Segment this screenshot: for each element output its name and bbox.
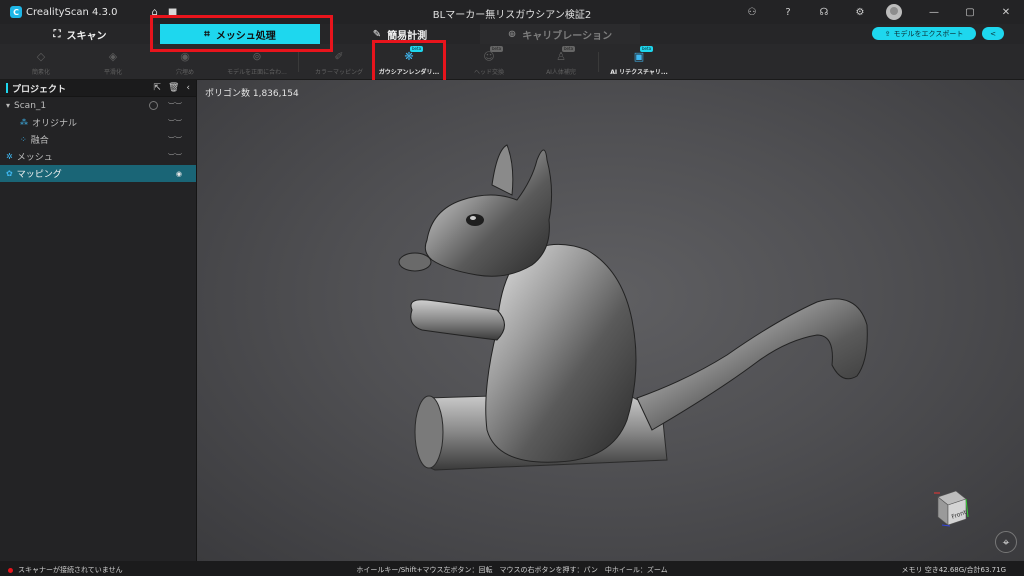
tool-ai-retexture[interactable]: ▣ beta AI リテクスチャリ... xyxy=(606,44,672,80)
tab-calibration[interactable]: ⊕ キャリブレーション xyxy=(480,24,640,44)
project-title: プロジェクト xyxy=(12,84,67,95)
delete-icon[interactable]: 🗑 xyxy=(168,83,179,93)
beta-badge: beta xyxy=(490,46,504,52)
tool-ai-retexture-label: AI リテクスチャリ... xyxy=(610,69,668,76)
toolbar-divider xyxy=(298,52,299,72)
export-icon: ⇪ xyxy=(884,29,891,38)
tool-simplify-label: 簡素化 xyxy=(31,69,50,76)
squirrel-model[interactable] xyxy=(387,130,887,490)
scanner-status: スキャナーが接続されていません xyxy=(8,565,123,575)
target-icon: ⌖ xyxy=(1002,534,1010,549)
tab-calibration-label: キャリブレーション xyxy=(522,30,613,42)
export-project-icon[interactable]: ⇱ xyxy=(153,83,161,93)
avatar[interactable] xyxy=(886,4,902,20)
tree-item-mesh[interactable]: ✲ メッシュ ︶︶ xyxy=(0,148,196,165)
tree-item-label: 融合 xyxy=(30,136,49,146)
eye-hidden-icon[interactable]: ︶︶ xyxy=(168,152,182,162)
ai-body-icon: ♙ beta xyxy=(556,46,576,63)
tree-item-fusion[interactable]: ⁘ 融合 ︶︶ xyxy=(0,131,196,148)
fusion-icon: ⁘ xyxy=(20,135,27,144)
toolbar-divider xyxy=(598,52,599,72)
tree-item-label: マッピング xyxy=(16,170,62,180)
highlight-box-mesh-tab xyxy=(150,15,333,52)
3d-viewport[interactable]: ポリゴン数 1,836,154 Front ⌖ xyxy=(197,80,1024,561)
tree-item-original[interactable]: ⁂ オリジナル ︶︶ xyxy=(0,114,196,131)
tool-ai-body[interactable]: ♙ beta AI人体補完 xyxy=(528,44,594,80)
smooth-icon: ◈ xyxy=(108,49,118,63)
tool-smooth[interactable]: ◈ 平滑化 xyxy=(80,44,146,80)
tool-head-swap-label: ヘッド交換 xyxy=(473,69,504,76)
caret-down-icon: ▾ xyxy=(6,101,11,110)
tool-color-mapping-label: カラーマッピング xyxy=(314,69,363,76)
export-label: モデルをエクスポート xyxy=(893,29,964,38)
beta-badge: beta xyxy=(562,46,576,52)
mapping-icon: ✿ xyxy=(6,169,13,178)
tree-item-mapping[interactable]: ✿ マッピング ◉ xyxy=(0,165,196,182)
eye-hidden-icon[interactable]: ︶︶ xyxy=(168,101,182,111)
scan-icon: ⛶ xyxy=(53,28,61,40)
tool-ai-body-label: AI人体補完 xyxy=(546,69,576,76)
close-icon[interactable]: ✕ xyxy=(988,7,1024,18)
project-panel-header: プロジェクト ⇱ 🗑 ‹ xyxy=(0,80,196,97)
polygon-count: ポリゴン数 1,836,154 xyxy=(205,89,299,99)
tree-item-label: オリジナル xyxy=(32,119,78,129)
tab-scan[interactable]: ⛶ スキャン xyxy=(0,24,160,44)
simplify-icon: ◇ xyxy=(36,49,46,63)
collapse-panel-icon[interactable]: ‹ xyxy=(186,83,190,93)
tree-item-label: メッシュ xyxy=(16,153,53,163)
mouse-hint: ホイールキー/Shift+マウス左ボタン：回転 マウスの右ボタンを押す：パン 中… xyxy=(356,566,668,574)
project-panel: プロジェクト ⇱ 🗑 ‹ ▾ Scan_1 ︶︶ ⁂ オリジナル ︶︶ ⁘ 融合… xyxy=(0,80,197,561)
highlight-box-gaussian-tool xyxy=(372,40,446,83)
tool-head-swap[interactable]: ☺ beta ヘッド交換 xyxy=(456,44,522,80)
tool-smooth-label: 平滑化 xyxy=(103,69,122,76)
help-icon[interactable]: ? xyxy=(770,7,806,18)
app-logo: C xyxy=(10,6,22,18)
ai-retexture-icon: ▣ beta xyxy=(633,46,654,63)
original-icon: ⁂ xyxy=(20,118,28,127)
navigation-cube[interactable]: Front xyxy=(930,487,970,527)
eye-hidden-icon[interactable]: ︶︶ xyxy=(168,118,182,128)
share-icon: < xyxy=(990,29,996,38)
support-icon[interactable]: ☊ xyxy=(806,7,842,18)
maximize-icon[interactable]: ▢ xyxy=(952,7,988,18)
tab-scan-label: スキャン xyxy=(66,30,107,42)
head-swap-icon: ☺ beta xyxy=(483,46,504,63)
tool-simplify[interactable]: ◇ 簡素化 xyxy=(8,44,74,80)
beta-badge: beta xyxy=(640,46,654,52)
mesh-item-icon: ✲ xyxy=(6,152,13,161)
settings-icon[interactable]: ⚙ xyxy=(842,7,878,18)
scanner-status-text: スキャナーが接続されていません xyxy=(18,566,123,574)
eye-visible-icon[interactable]: ◉ xyxy=(176,170,182,178)
header-accent xyxy=(6,83,8,93)
crealityscan-window: C CrealityScan 4.3.0 ⌂ ■ BLマーカー無リスガウシアン検… xyxy=(0,0,1024,576)
tree-item-label: Scan_1 xyxy=(14,100,47,111)
ruler-icon: ✎ xyxy=(372,28,382,40)
memory-usage: メモリ 空き42.68G/合計63.71G xyxy=(901,566,1006,574)
share-button[interactable]: < xyxy=(982,27,1004,40)
tree-item-scan1[interactable]: ▾ Scan_1 ︶︶ xyxy=(0,97,196,114)
camera-icon[interactable] xyxy=(149,101,158,110)
community-icon[interactable]: ⚇ xyxy=(734,7,770,18)
export-model-button[interactable]: ⇪ モデルをエクスポート xyxy=(872,27,976,40)
status-dot xyxy=(8,567,13,573)
tool-align-label: モデルを正面に合わ... xyxy=(227,69,287,76)
status-bar: スキャナーが接続されていません ホイールキー/Shift+マウス左ボタン：回転 … xyxy=(0,561,1024,576)
tool-fill-hole-label: 穴埋め xyxy=(175,69,194,76)
locate-button[interactable]: ⌖ xyxy=(995,531,1017,553)
app-name: CrealityScan 4.3.0 xyxy=(26,6,118,18)
eye-hidden-icon[interactable]: ︶︶ xyxy=(168,135,182,145)
color-map-icon: ✐ xyxy=(334,49,344,63)
minimize-icon[interactable]: — xyxy=(916,7,952,18)
calibration-icon: ⊕ xyxy=(507,28,517,40)
